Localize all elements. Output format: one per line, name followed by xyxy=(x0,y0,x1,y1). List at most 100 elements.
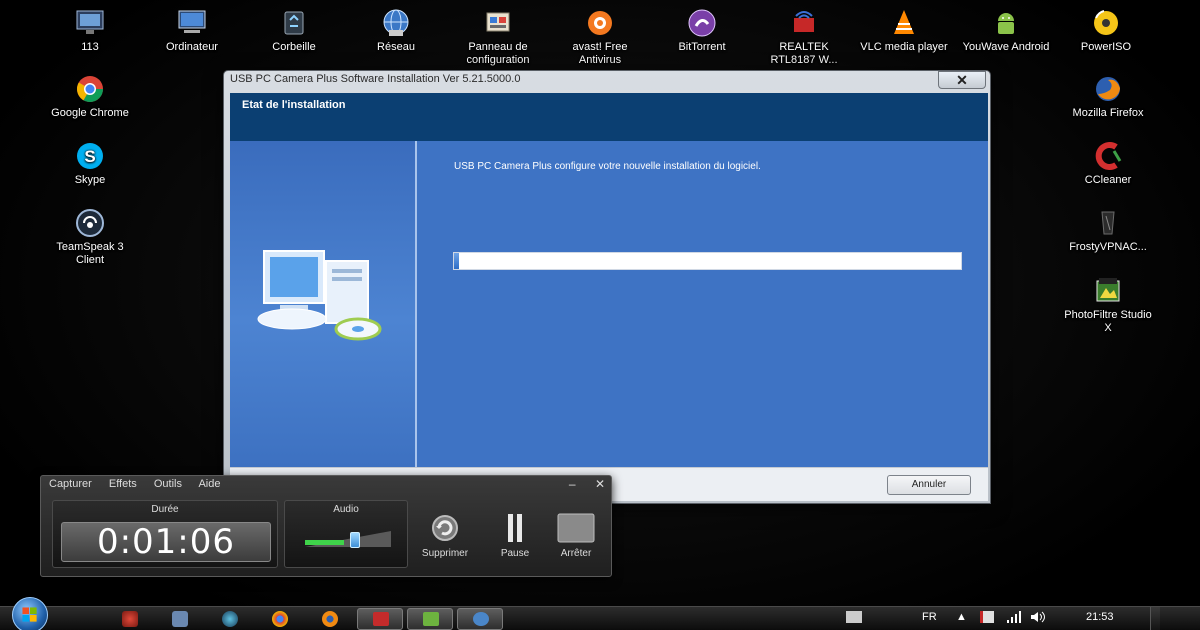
desktop-icon-label: Panneau de configuration xyxy=(466,41,530,66)
desktop-icon-corbeille[interactable]: Corbeille xyxy=(246,8,342,54)
recorder-close-button[interactable]: ✕ xyxy=(595,477,605,491)
audio-box: Audio xyxy=(284,500,408,568)
recycle-bin-icon xyxy=(276,8,312,38)
network-icon xyxy=(378,8,414,38)
desktop-icon-frostyvpn[interactable]: FrostyVPNAC... xyxy=(1060,208,1156,254)
desktop-icon-panneau-configuration[interactable]: Panneau de configuration xyxy=(450,8,546,67)
desktop-icon-label: BitTorrent xyxy=(678,41,726,53)
installer-body: USB PC Camera Plus configure votre nouve… xyxy=(230,141,988,467)
taskbar-explorer-icon[interactable] xyxy=(172,611,188,627)
desktop-icon-label: Corbeille xyxy=(272,41,316,53)
tray-expand-icon[interactable]: ▲ xyxy=(956,611,967,623)
taskbar-teamspeak-icon[interactable] xyxy=(222,611,238,627)
vlc-icon xyxy=(886,8,922,38)
tray-volume-icon[interactable] xyxy=(1030,611,1046,626)
recorder-minimize-button[interactable]: – xyxy=(569,477,576,491)
desktop-icon-avast[interactable]: avast! Free Antivirus xyxy=(552,8,648,67)
stop-label: Arrêter xyxy=(560,548,592,559)
installer-window: USB PC Camera Plus Software Installation… xyxy=(223,70,991,504)
desktop-icon-ordinateur[interactable]: Ordinateur xyxy=(144,8,240,54)
desktop-icon-youwave[interactable]: YouWave Android xyxy=(958,8,1054,54)
installer-taskbar-icon xyxy=(423,612,439,626)
computer-install-icon xyxy=(257,250,382,341)
installer-header-title: Etat de l'installation xyxy=(242,99,346,111)
taskbar: FR ▲ 21:53 xyxy=(0,597,1200,630)
taskbar-recorder-button[interactable] xyxy=(357,608,403,630)
frostyvpn-icon xyxy=(1090,208,1126,238)
taskbar-network-button[interactable] xyxy=(457,608,503,630)
desktop-icon-label: avast! Free Antivirus xyxy=(572,41,628,66)
installer-progress-bar xyxy=(453,252,962,270)
menu-item-aide[interactable]: Aide xyxy=(198,478,220,490)
desktop-icon-skype[interactable]: S Skype xyxy=(42,141,138,187)
tray-flag-icon[interactable] xyxy=(980,611,994,623)
desktop-icon-label: REALTEK RTL8187 W... xyxy=(770,41,838,66)
desktop-icon-bittorrent[interactable]: BitTorrent xyxy=(654,8,750,54)
installer-progress-fill xyxy=(454,253,460,269)
poweriso-icon xyxy=(1088,8,1124,38)
desktop-icon-label: TeamSpeak 3 Client xyxy=(56,241,124,266)
desktop-icon-ccleaner[interactable]: CCleaner xyxy=(1060,141,1156,187)
ccleaner-icon xyxy=(1090,141,1126,171)
bittorrent-icon xyxy=(684,8,720,38)
desktop-icon-label: Mozilla Firefox xyxy=(1072,107,1144,119)
android-icon xyxy=(988,8,1024,38)
desktop-icon-label: CCleaner xyxy=(1084,174,1132,186)
realtek-icon xyxy=(786,8,822,38)
firefox-icon xyxy=(1090,74,1126,104)
audio-slider-handle[interactable] xyxy=(349,532,360,548)
audio-level-meter xyxy=(305,540,344,545)
desktop-icon-label: VLC media player xyxy=(860,41,948,53)
start-button[interactable] xyxy=(12,597,48,630)
desktop-icon-label: PowerISO xyxy=(1080,41,1132,53)
installer-title: USB PC Camera Plus Software Installation… xyxy=(230,73,521,85)
desktop-icon-label: PhotoFiltre Studio X xyxy=(1064,309,1152,334)
desktop-icon-113[interactable]: 113 xyxy=(42,8,138,54)
stop-button[interactable]: Arrêter xyxy=(548,512,604,559)
desktop-icon-teamspeak[interactable]: TeamSpeak 3 Client xyxy=(42,208,138,267)
taskbar-clock[interactable]: 21:53 xyxy=(1086,611,1114,623)
desktop-icon-google-chrome[interactable]: Google Chrome xyxy=(42,74,138,120)
cancel-button[interactable]: Annuler xyxy=(887,475,971,495)
desktop-icon-label: FrostyVPNAC... xyxy=(1069,241,1147,253)
photofiltre-icon xyxy=(1090,276,1126,306)
delete-button[interactable]: Supprimer xyxy=(417,512,473,559)
taskbar-installer-button[interactable] xyxy=(407,608,453,630)
desktop-icon-realtek[interactable]: REALTEK RTL8187 W... xyxy=(756,8,852,67)
control-panel-icon xyxy=(480,8,516,38)
recorder-panel: Capturer Effets Outils Aide – ✕ Durée 0:… xyxy=(40,475,612,577)
svg-text:S: S xyxy=(84,147,95,166)
taskbar-chrome-icon[interactable] xyxy=(272,611,288,627)
tray-action-center-icon[interactable] xyxy=(846,611,862,623)
delete-label: Supprimer xyxy=(421,548,469,559)
desktop-icon-photofiltre[interactable]: PhotoFiltre Studio X xyxy=(1060,276,1156,335)
menu-item-outils[interactable]: Outils xyxy=(154,478,182,490)
taskbar-app-icon[interactable] xyxy=(122,611,138,627)
delete-icon xyxy=(425,512,465,544)
teamspeak-icon xyxy=(72,208,108,238)
recorder-window-controls: – ✕ xyxy=(553,477,605,491)
duration-label: Durée xyxy=(151,504,179,515)
desktop-icon-poweriso[interactable]: PowerISO xyxy=(1058,8,1154,54)
taskbar-firefox-icon[interactable] xyxy=(322,611,338,627)
audio-slider[interactable] xyxy=(305,532,391,548)
desktop-icon-label: 113 xyxy=(81,41,99,53)
stop-icon xyxy=(556,512,596,544)
desktop-icon-reseau[interactable]: Réseau xyxy=(348,8,444,54)
installer-close-button[interactable]: ✕ xyxy=(938,71,986,89)
tray-signal-icon[interactable] xyxy=(1006,611,1022,626)
pause-icon xyxy=(495,512,535,544)
language-indicator[interactable]: FR xyxy=(922,611,937,623)
show-desktop-button[interactable] xyxy=(1150,607,1160,630)
menu-item-effets[interactable]: Effets xyxy=(109,478,137,490)
desktop-icon-label: Ordinateur xyxy=(166,41,218,53)
duration-box: Durée 0:01:06 xyxy=(52,500,278,568)
desktop-icon-label: YouWave Android xyxy=(962,41,1050,53)
installer-header: Etat de l'installation xyxy=(230,93,988,141)
pause-button[interactable]: Pause xyxy=(487,512,543,559)
menu-item-capturer[interactable]: Capturer xyxy=(49,478,92,490)
avast-icon xyxy=(582,8,618,38)
desktop-icon-firefox[interactable]: Mozilla Firefox xyxy=(1060,74,1156,120)
desktop-icon-label: Skype xyxy=(74,174,106,186)
desktop-icon-vlc[interactable]: VLC media player xyxy=(856,8,952,54)
